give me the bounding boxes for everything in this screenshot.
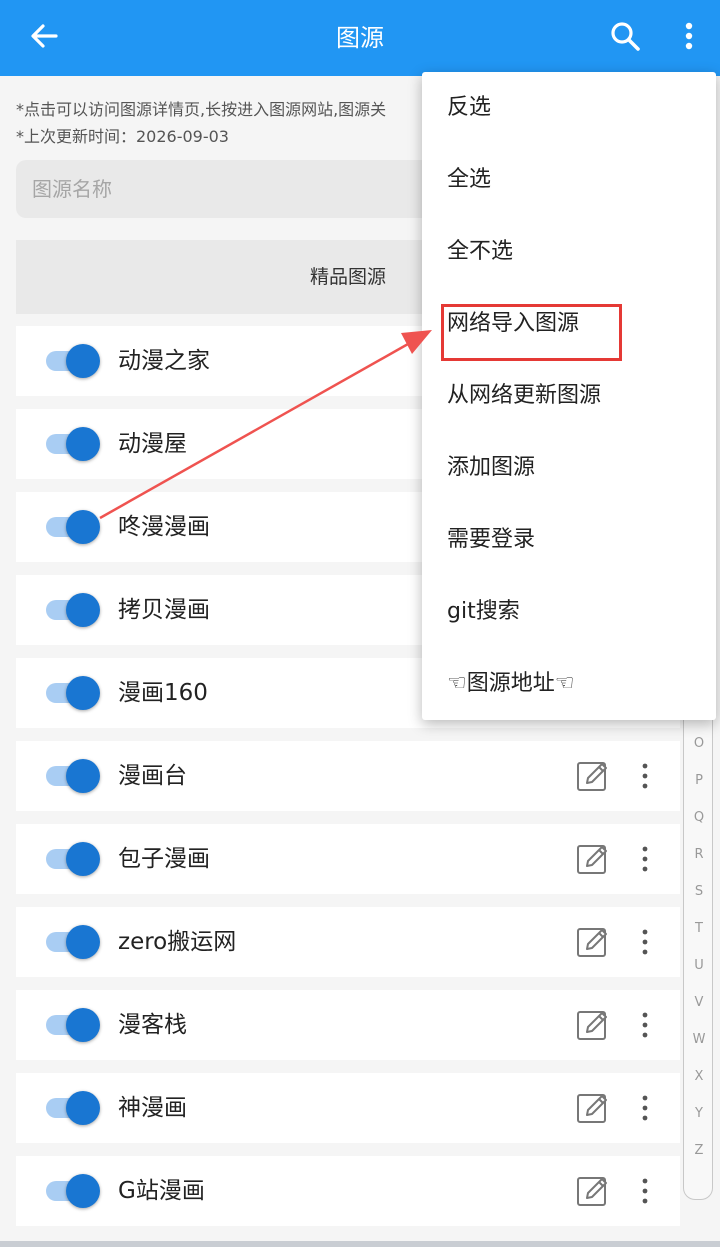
menu-item-add-source[interactable]: 添加图源 <box>422 432 716 504</box>
more-vertical-icon[interactable] <box>672 16 706 56</box>
more-vertical-icon[interactable] <box>634 842 656 876</box>
index-letter[interactable]: P <box>684 773 714 788</box>
enable-toggle[interactable] <box>46 510 100 544</box>
more-vertical-icon[interactable] <box>634 1091 656 1125</box>
source-name: 神漫画 <box>118 1095 187 1121</box>
source-name: 包子漫画 <box>118 846 210 872</box>
enable-toggle[interactable] <box>46 593 100 627</box>
source-name: 动漫屋 <box>118 431 187 457</box>
index-letter[interactable]: S <box>684 884 714 899</box>
source-row[interactable]: 神漫画 <box>16 1073 680 1143</box>
more-vertical-icon[interactable] <box>634 759 656 793</box>
enable-toggle[interactable] <box>46 842 100 876</box>
toggle-thumb <box>66 676 100 710</box>
menu-item-git-search[interactable]: git搜索 <box>422 576 716 648</box>
index-letter[interactable]: O <box>684 736 714 751</box>
toggle-thumb <box>66 759 100 793</box>
enable-toggle[interactable] <box>46 344 100 378</box>
enable-toggle[interactable] <box>46 759 100 793</box>
index-letter[interactable]: T <box>684 921 714 936</box>
hint-text: *点击可以访问图源详情页,长按进入图源网站,图源关 <box>16 100 387 119</box>
toggle-thumb <box>66 344 100 378</box>
more-vertical-icon[interactable] <box>634 1008 656 1042</box>
enable-toggle[interactable] <box>46 925 100 959</box>
index-letter[interactable]: U <box>684 958 714 973</box>
menu-item-update-from-network[interactable]: 从网络更新图源 <box>422 360 716 432</box>
toggle-thumb <box>66 1091 100 1125</box>
alphabet-index-bar[interactable]: O P Q R S T U V W X Y Z <box>683 718 713 1200</box>
toggle-thumb <box>66 510 100 544</box>
toggle-thumb <box>66 593 100 627</box>
overflow-menu: 反选 全选 全不选 网络导入图源 从网络更新图源 添加图源 需要登录 git搜索… <box>422 72 716 720</box>
source-name: zero搬运网 <box>118 929 237 955</box>
app-bar: 图源 <box>0 0 720 76</box>
index-letter[interactable]: R <box>684 847 714 862</box>
toggle-thumb <box>66 842 100 876</box>
menu-item-select-none[interactable]: 全不选 <box>422 216 716 288</box>
index-letter[interactable]: Z <box>684 1143 714 1158</box>
menu-item-invert-selection[interactable]: 反选 <box>422 72 716 144</box>
source-row[interactable]: zero搬运网 <box>16 907 680 977</box>
edit-icon[interactable] <box>576 1091 610 1125</box>
source-row[interactable]: G站漫画 <box>16 1156 680 1226</box>
menu-item-source-address[interactable]: ☜图源地址☜ <box>422 648 716 720</box>
source-name: 漫画160 <box>118 680 208 706</box>
enable-toggle[interactable] <box>46 427 100 461</box>
source-row[interactable]: 漫画台 <box>16 741 680 811</box>
enable-toggle[interactable] <box>46 1091 100 1125</box>
source-row[interactable]: 漫客栈 <box>16 990 680 1060</box>
toggle-thumb <box>66 1008 100 1042</box>
menu-item-select-all[interactable]: 全选 <box>422 144 716 216</box>
last-update-text: *上次更新时间：2026-09-03 <box>16 127 229 146</box>
more-vertical-icon[interactable] <box>634 1174 656 1208</box>
index-letter[interactable]: Q <box>684 810 714 825</box>
source-name: G站漫画 <box>118 1178 205 1204</box>
source-name: 咚漫漫画 <box>118 514 210 540</box>
bottom-edge <box>0 1241 720 1247</box>
search-icon[interactable] <box>605 16 645 56</box>
enable-toggle[interactable] <box>46 1174 100 1208</box>
edit-icon[interactable] <box>576 1008 610 1042</box>
edit-icon[interactable] <box>576 925 610 959</box>
index-letter[interactable]: W <box>684 1032 714 1047</box>
more-vertical-icon[interactable] <box>634 925 656 959</box>
enable-toggle[interactable] <box>46 1008 100 1042</box>
edit-icon[interactable] <box>576 1174 610 1208</box>
toggle-thumb <box>66 925 100 959</box>
index-letter[interactable]: Y <box>684 1106 714 1121</box>
index-letter[interactable]: V <box>684 995 714 1010</box>
edit-icon[interactable] <box>576 759 610 793</box>
menu-item-need-login[interactable]: 需要登录 <box>422 504 716 576</box>
index-letter[interactable]: X <box>684 1069 714 1084</box>
toggle-thumb <box>66 1174 100 1208</box>
source-name: 拷贝漫画 <box>118 597 210 623</box>
source-name: 漫客栈 <box>118 1012 187 1038</box>
edit-icon[interactable] <box>576 842 610 876</box>
source-name: 漫画台 <box>118 763 187 789</box>
source-row[interactable]: 包子漫画 <box>16 824 680 894</box>
source-name: 动漫之家 <box>118 348 210 374</box>
enable-toggle[interactable] <box>46 676 100 710</box>
toggle-thumb <box>66 427 100 461</box>
highlight-box <box>441 304 622 361</box>
